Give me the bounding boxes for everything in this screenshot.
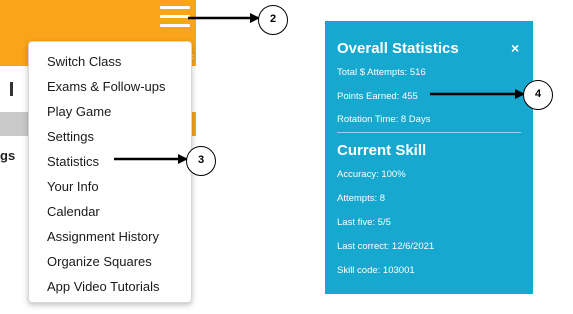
callout-3: 3 bbox=[186, 146, 216, 176]
callout-4: 4 bbox=[523, 80, 553, 110]
annotation-arrows bbox=[114, 13, 525, 164]
callout-2: 2 bbox=[258, 5, 288, 35]
